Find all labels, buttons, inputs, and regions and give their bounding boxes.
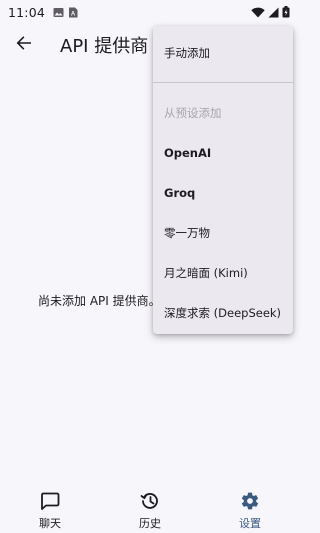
status-left-icons: A xyxy=(53,7,78,18)
nav-item-history[interactable]: 历史 xyxy=(100,481,200,531)
back-button[interactable] xyxy=(4,25,44,65)
signal-icon xyxy=(268,7,279,18)
sim-icon: A xyxy=(68,7,78,18)
battery-icon xyxy=(282,6,290,18)
add-provider-menu: 手动添加 从预设添加 OpenAI Groq 零一万物 月之暗面 (Kimi) … xyxy=(153,26,293,334)
history-icon xyxy=(140,491,160,511)
wifi-icon xyxy=(251,7,265,18)
menu-item-deepseek[interactable]: 深度求索 (DeepSeek) xyxy=(153,293,293,333)
menu-item-manual-add[interactable]: 手动添加 xyxy=(153,26,293,80)
nav-label: 历史 xyxy=(139,517,161,530)
menu-item-label: 手动添加 xyxy=(164,46,210,60)
nav-label: 设置 xyxy=(239,517,261,530)
status-right-icons xyxy=(251,6,290,18)
menu-item-01ai[interactable]: 零一万物 xyxy=(153,213,293,253)
chat-icon xyxy=(40,491,60,511)
gallery-icon xyxy=(53,7,64,18)
page-title: API 提供商 xyxy=(60,36,149,57)
menu-item-label: Groq xyxy=(164,186,196,200)
status-time: 11:04 xyxy=(8,4,46,20)
nav-label: 聊天 xyxy=(39,517,61,530)
settings-icon xyxy=(240,491,260,511)
menu-item-groq[interactable]: Groq xyxy=(153,173,293,213)
menu-item-label: 月之暗面 (Kimi) xyxy=(164,266,248,280)
nav-item-chat[interactable]: 聊天 xyxy=(0,481,100,531)
svg-text:A: A xyxy=(71,11,76,17)
menu-item-openai[interactable]: OpenAI xyxy=(153,133,293,173)
status-bar: 11:04 A xyxy=(0,0,300,24)
menu-item-label: OpenAI xyxy=(164,146,212,160)
menu-subheader-presets: 从预设添加 xyxy=(164,106,222,120)
menu-item-label: 零一万物 xyxy=(164,226,210,240)
arrow-back-icon xyxy=(15,34,33,56)
menu-item-label: 深度求索 (DeepSeek) xyxy=(164,306,282,320)
menu-item-kimi[interactable]: 月之暗面 (Kimi) xyxy=(153,253,293,293)
empty-state-text: 尚未添加 API 提供商。 xyxy=(38,294,161,308)
nav-item-settings[interactable]: 设置 xyxy=(200,481,300,531)
bottom-nav: 聊天 历史 设置 xyxy=(0,481,300,533)
